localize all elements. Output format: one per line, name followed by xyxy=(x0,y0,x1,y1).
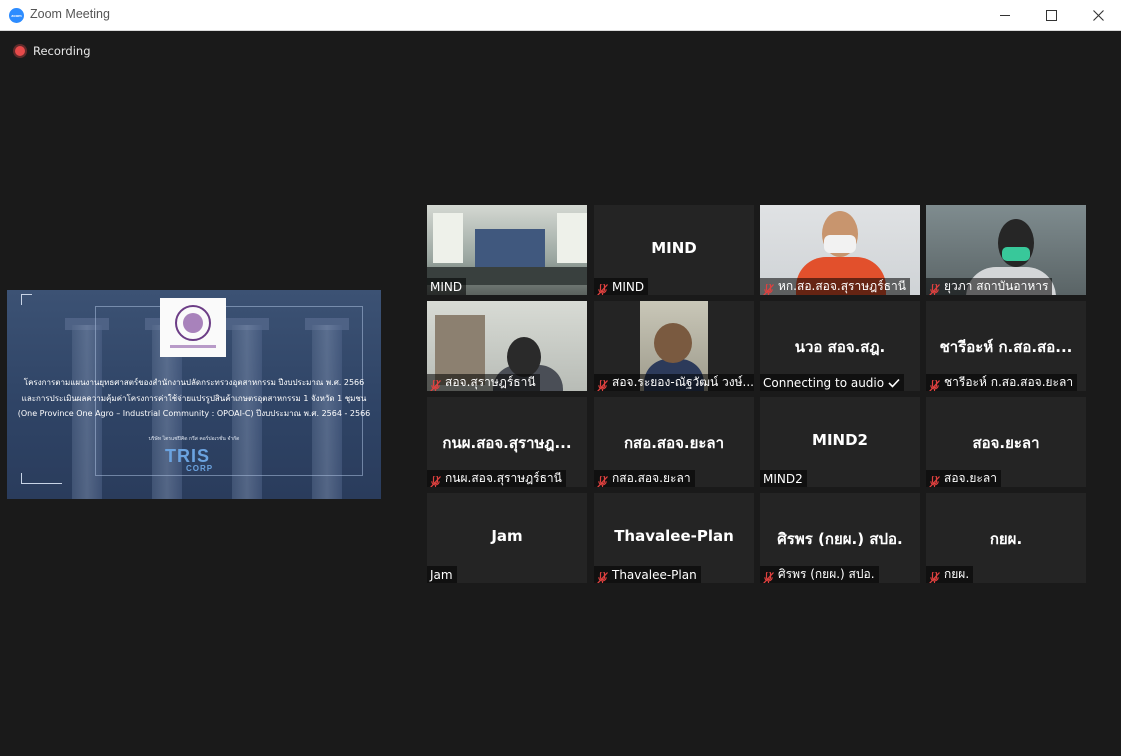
participant-name-center: ชารีอะห์ ก.สอ.สอ... xyxy=(939,338,1073,356)
muted-microphone-icon xyxy=(597,569,608,583)
participant-tile[interactable]: กยผ. กยผ. xyxy=(926,493,1086,583)
muted-microphone-icon xyxy=(597,377,608,391)
participant-name-center: ศิรพร (กยผ.) สปอ. xyxy=(777,530,903,548)
participant-tile[interactable]: MIND xyxy=(427,205,587,295)
recording-label: Recording xyxy=(33,44,91,58)
participant-tile[interactable]: ยุวภา สถาบันอาหาร xyxy=(926,205,1086,295)
participant-name-label: Jam xyxy=(430,567,453,582)
muted-microphone-icon xyxy=(763,281,774,295)
participant-name-label: MIND xyxy=(612,279,645,294)
participant-name-center: MIND xyxy=(651,239,697,257)
zoom-app-icon: zoom xyxy=(9,8,24,23)
muted-microphone-icon xyxy=(929,377,940,391)
slide-title-line-2: และการประเมินผลความคุ้มค่าโครงการค่าใช้จ… xyxy=(21,394,367,403)
slide-corner xyxy=(21,294,32,305)
slide-frame xyxy=(95,306,363,476)
participant-tile[interactable]: ชารีอะห์ ก.สอ.สอ... ชารีอะห์ ก.สอ.สอจ.ยะล… xyxy=(926,301,1086,391)
participant-name-bar: ยุวภา สถาบันอาหาร xyxy=(926,278,1053,295)
participant-name-label: หก.สอ.สอจ.สุราษฎร์ธานี xyxy=(778,279,906,293)
ministry-seal-logo xyxy=(160,298,226,357)
participant-tile[interactable]: Thavalee-Plan Thavalee-Plan xyxy=(594,493,754,583)
participant-name-label: กสอ.สอจ.ยะลา xyxy=(612,471,691,485)
participant-name-bar: กนผ.สอจ.สุราษฎร์ธานี xyxy=(427,470,566,487)
muted-microphone-icon xyxy=(597,281,608,295)
participant-name-label: ยุวภา สถาบันอาหาร xyxy=(944,279,1049,293)
participant-name-bar: ศิรพร (กยผ.) สปอ. xyxy=(760,566,879,583)
participant-name-bar: MIND xyxy=(594,278,649,295)
participant-name-center: นวอ สอจ.สฎ. xyxy=(794,338,886,356)
checkmark-icon xyxy=(888,374,900,391)
participant-name-label: Connecting to audio xyxy=(763,375,885,390)
muted-microphone-icon xyxy=(430,473,441,487)
participant-name-label: สอจ.ระยอง-ณัฐวัฒน์ วงษ์... xyxy=(612,375,754,389)
title-bar: zoom Zoom Meeting xyxy=(0,0,1121,31)
muted-microphone-icon xyxy=(763,569,774,583)
participant-name-label: กยผ. xyxy=(944,567,970,581)
participant-name-bar: สอจ.ยะลา xyxy=(926,470,1001,487)
participant-name-center: กนผ.สอจ.สุราษฎ... xyxy=(442,434,572,452)
participant-name-bar: หก.สอ.สอจ.สุราษฎร์ธานี xyxy=(760,278,910,295)
maximize-icon xyxy=(1045,10,1057,21)
participant-tile[interactable]: สอจ.ระยอง-ณัฐวัฒน์ วงษ์... xyxy=(594,301,754,391)
participant-name-bar: Jam xyxy=(427,566,457,583)
muted-microphone-icon xyxy=(929,569,940,583)
muted-microphone-icon xyxy=(597,473,608,487)
participant-name-bar: Thavalee-Plan xyxy=(594,566,701,583)
participant-name-label: Thavalee-Plan xyxy=(612,567,697,582)
minimize-icon xyxy=(1000,15,1010,16)
participant-name-bar: กยผ. xyxy=(926,566,974,583)
recording-dot-icon xyxy=(15,46,25,56)
participant-name-center: สอจ.ยะลา xyxy=(972,434,1040,452)
participant-name-label: MIND2 xyxy=(763,471,803,486)
slide-corner xyxy=(21,473,62,484)
shared-screen[interactable]: โครงการตามแผนงานยุทธศาสตร์ของสำนักงานปลั… xyxy=(7,290,381,499)
participant-tile[interactable]: กสอ.สอจ.ยะลา กสอ.สอจ.ยะลา xyxy=(594,397,754,487)
close-button[interactable] xyxy=(1075,0,1121,30)
participant-name-label: กนผ.สอจ.สุราษฎร์ธานี xyxy=(445,471,562,485)
maximize-button[interactable] xyxy=(1028,0,1074,30)
minimize-button[interactable] xyxy=(982,0,1028,30)
participant-name-bar: สอจ.ระยอง-ณัฐวัฒน์ วงษ์... xyxy=(594,374,754,391)
participant-name-center: กสอ.สอจ.ยะลา xyxy=(623,434,725,452)
participant-name-center: กยผ. xyxy=(989,530,1023,548)
participant-name-center: Thavalee-Plan xyxy=(614,527,734,545)
participant-name-bar: MIND xyxy=(427,278,467,295)
muted-microphone-icon xyxy=(929,281,940,295)
participant-name-bar: สอจ.สุราษฎร์ธานี xyxy=(427,374,540,391)
participant-tile[interactable]: MIND MIND xyxy=(594,205,754,295)
participant-tile[interactable]: กนผ.สอจ.สุราษฎ... กนผ.สอจ.สุราษฎร์ธานี xyxy=(427,397,587,487)
participant-tile[interactable]: Jam Jam xyxy=(427,493,587,583)
participant-name-center: Jam xyxy=(491,527,523,545)
participant-tile[interactable]: หก.สอ.สอจ.สุราษฎร์ธานี xyxy=(760,205,920,295)
muted-microphone-icon xyxy=(430,377,441,391)
participant-tile[interactable]: สอจ.สุราษฎร์ธานี xyxy=(427,301,587,391)
slide-title-line-1: โครงการตามแผนงานยุทธศาสตร์ของสำนักงานปลั… xyxy=(23,378,365,387)
tris-logo-sub: CORP xyxy=(186,464,214,473)
participant-tile[interactable]: สอจ.ยะลา สอจ.ยะลา xyxy=(926,397,1086,487)
muted-microphone-icon xyxy=(929,473,940,487)
participant-name-label: ชารีอะห์ ก.สอ.สอจ.ยะลา xyxy=(944,375,1074,389)
participant-name-label: ศิรพร (กยผ.) สปอ. xyxy=(778,567,875,581)
participant-tile[interactable]: MIND2 MIND2 xyxy=(760,397,920,487)
slide-title-line-3: (One Province One Agro – Industrial Comm… xyxy=(17,409,371,418)
participant-name-bar: MIND2 xyxy=(760,470,807,487)
participant-name-bar: กสอ.สอจ.ยะลา xyxy=(594,470,695,487)
participant-name-bar: ชารีอะห์ ก.สอ.สอจ.ยะลา xyxy=(926,374,1078,391)
participant-name-center: MIND2 xyxy=(812,431,868,449)
close-icon xyxy=(1092,10,1104,21)
participant-name-bar: Connecting to audio xyxy=(760,374,905,391)
participant-name-label: MIND xyxy=(430,279,463,294)
slide-company-name: บริษัท ไตรแซ่ปิคิด กรีส คอร์ปอเรชั่น จำก… xyxy=(148,436,240,442)
window-title: Zoom Meeting xyxy=(30,7,110,21)
participant-name-label: สอจ.สุราษฎร์ธานี xyxy=(445,375,536,389)
participant-name-label: สอจ.ยะลา xyxy=(944,471,997,485)
participant-tile[interactable]: นวอ สอจ.สฎ. Connecting to audio xyxy=(760,301,920,391)
participant-tile[interactable]: ศิรพร (กยผ.) สปอ. ศิรพร (กยผ.) สปอ. xyxy=(760,493,920,583)
